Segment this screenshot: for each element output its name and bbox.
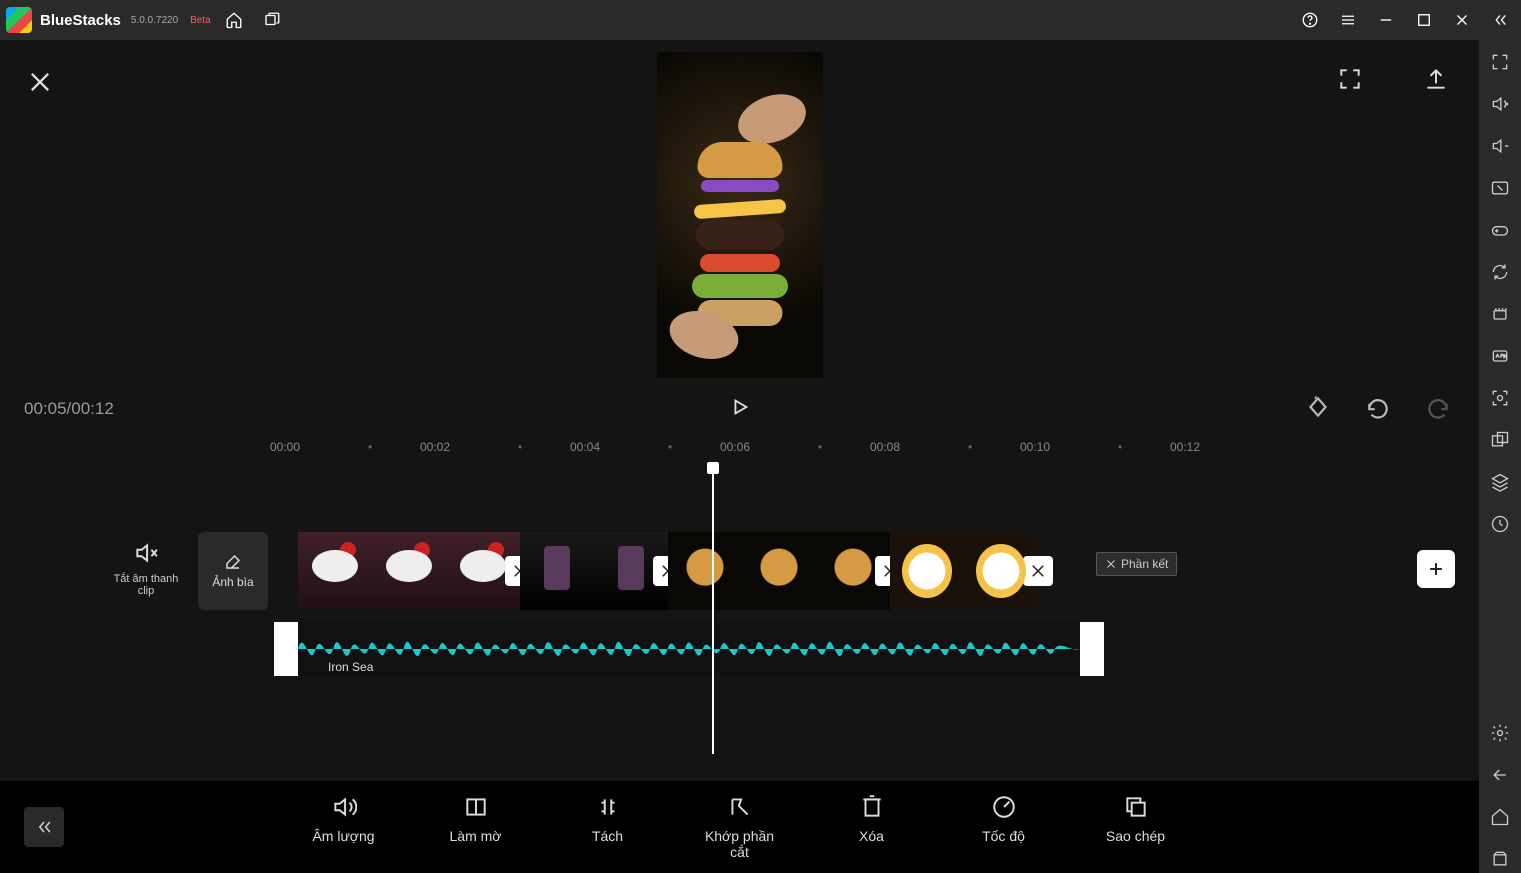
tool-label: Làm mờ bbox=[450, 828, 502, 844]
clip-thumb[interactable] bbox=[520, 532, 594, 610]
tool-label: Xóa bbox=[859, 828, 884, 844]
tool-label: Sao chép bbox=[1106, 828, 1165, 844]
end-section-label: Phần kết bbox=[1121, 557, 1168, 571]
minimize-icon[interactable] bbox=[1371, 5, 1401, 35]
keymap-icon[interactable] bbox=[1486, 174, 1514, 202]
home-nav-icon[interactable] bbox=[1486, 803, 1514, 831]
ruler-tick: 00:08 bbox=[870, 440, 900, 454]
time-ruler[interactable]: 00:00• 00:02• 00:04• 00:06• 00:08• 00:10… bbox=[0, 430, 1479, 464]
tool-label: Tách bbox=[592, 828, 623, 844]
tool-label: Khớp phần cắt bbox=[705, 828, 775, 860]
memory-icon[interactable] bbox=[1486, 300, 1514, 328]
ruler-tick: 00:04 bbox=[570, 440, 600, 454]
clip-thumb[interactable] bbox=[890, 532, 964, 610]
tool-label: Tốc độ bbox=[982, 828, 1025, 844]
clip-thumb[interactable] bbox=[742, 532, 816, 610]
undo-button[interactable] bbox=[1365, 394, 1391, 425]
timecode: 00:05/00:12 bbox=[24, 399, 114, 419]
mute-clip-label: Tắt âm thanh clip bbox=[108, 573, 184, 597]
tool-volume[interactable]: Âm lượng bbox=[309, 794, 379, 860]
audio-handle-right[interactable] bbox=[1080, 622, 1104, 676]
clip-thumb[interactable] bbox=[964, 532, 1038, 610]
add-clip-button[interactable] bbox=[1417, 550, 1455, 588]
screenshot-icon[interactable] bbox=[1486, 384, 1514, 412]
volume-up-icon[interactable] bbox=[1486, 90, 1514, 118]
ruler-tick: 00:12 bbox=[1170, 440, 1200, 454]
cover-label: Ảnh bìa bbox=[212, 575, 253, 589]
video-preview bbox=[657, 52, 823, 378]
ruler-tick: 00:06 bbox=[720, 440, 750, 454]
transition-button[interactable] bbox=[1023, 556, 1053, 586]
tool-label: Âm lượng bbox=[312, 828, 374, 844]
audio-handle-left[interactable] bbox=[274, 622, 298, 676]
end-section-tag[interactable]: Phần kết bbox=[1096, 552, 1177, 576]
video-track[interactable] bbox=[298, 532, 1038, 610]
clip-thumb[interactable] bbox=[594, 532, 668, 610]
fullscreen-icon[interactable] bbox=[1486, 48, 1514, 76]
mute-clip-button[interactable]: Tắt âm thanh clip bbox=[108, 540, 184, 597]
play-button[interactable] bbox=[729, 396, 751, 423]
collapse-rail-icon[interactable] bbox=[1485, 5, 1515, 35]
apk-icon[interactable] bbox=[1486, 342, 1514, 370]
layers-icon[interactable] bbox=[1486, 468, 1514, 496]
close-window-icon[interactable] bbox=[1447, 5, 1477, 35]
audio-waveform: Iron Sea bbox=[298, 622, 1080, 676]
close-editor-button[interactable] bbox=[26, 68, 54, 101]
bluestacks-logo-icon bbox=[6, 7, 32, 33]
playhead[interactable] bbox=[712, 464, 714, 754]
recents-icon[interactable] bbox=[257, 5, 287, 35]
help-icon[interactable] bbox=[1295, 5, 1325, 35]
app-stage: 00:05/00:12 00:00• 00:02• 00:04• 00:06• … bbox=[0, 40, 1479, 873]
home-icon[interactable] bbox=[219, 5, 249, 35]
tool-fade[interactable]: Làm mờ bbox=[441, 794, 511, 860]
multi-window-icon[interactable] bbox=[1486, 426, 1514, 454]
tool-split[interactable]: Tách bbox=[573, 794, 643, 860]
timeline[interactable]: Tắt âm thanh clip Ảnh bìa bbox=[0, 464, 1479, 764]
back-icon[interactable] bbox=[1486, 761, 1514, 789]
preview-area: 00:05/00:12 bbox=[0, 40, 1479, 430]
playback-row: 00:05/00:12 bbox=[0, 388, 1479, 430]
keyframe-button[interactable] bbox=[1305, 394, 1331, 425]
tool-speed[interactable]: Tốc độ bbox=[969, 794, 1039, 860]
menu-icon[interactable] bbox=[1333, 5, 1363, 35]
titlebar: BlueStacks 5.0.0.7220 Beta bbox=[0, 0, 1521, 40]
ruler-tick: 00:00 bbox=[270, 440, 300, 454]
clock-icon[interactable] bbox=[1486, 510, 1514, 538]
expand-preview-button[interactable] bbox=[1337, 66, 1363, 97]
tool-copy[interactable]: Sao chép bbox=[1101, 794, 1171, 860]
clip-thumb[interactable] bbox=[446, 532, 520, 610]
export-button[interactable] bbox=[1423, 66, 1449, 97]
audio-clip[interactable]: Iron Sea bbox=[274, 622, 1104, 676]
gamepad-icon[interactable] bbox=[1486, 216, 1514, 244]
sync-icon[interactable] bbox=[1486, 258, 1514, 286]
maximize-icon[interactable] bbox=[1409, 5, 1439, 35]
collapse-tools-button[interactable] bbox=[24, 807, 64, 847]
ruler-tick: 00:02 bbox=[420, 440, 450, 454]
bottom-toolbar: Âm lượng Làm mờ Tách Khớp phần cắt Xóa T… bbox=[0, 781, 1479, 873]
clip-thumb[interactable] bbox=[816, 532, 890, 610]
volume-down-icon[interactable] bbox=[1486, 132, 1514, 160]
clip-thumb[interactable] bbox=[372, 532, 446, 610]
overview-icon[interactable] bbox=[1486, 845, 1514, 873]
version-text: 5.0.0.7220 bbox=[131, 15, 178, 26]
audio-name: Iron Sea bbox=[328, 660, 373, 674]
beta-tag: Beta bbox=[190, 15, 211, 26]
brand-name: BlueStacks bbox=[40, 12, 121, 29]
clip-thumb[interactable] bbox=[298, 532, 372, 610]
side-rail bbox=[1479, 40, 1521, 873]
tool-delete[interactable]: Xóa bbox=[837, 794, 907, 860]
tool-trim[interactable]: Khớp phần cắt bbox=[705, 794, 775, 860]
redo-button[interactable] bbox=[1425, 394, 1451, 425]
cover-thumb-button[interactable]: Ảnh bìa bbox=[198, 532, 268, 610]
ruler-tick: 00:10 bbox=[1020, 440, 1050, 454]
clip-thumb[interactable] bbox=[668, 532, 742, 610]
settings-icon[interactable] bbox=[1486, 719, 1514, 747]
